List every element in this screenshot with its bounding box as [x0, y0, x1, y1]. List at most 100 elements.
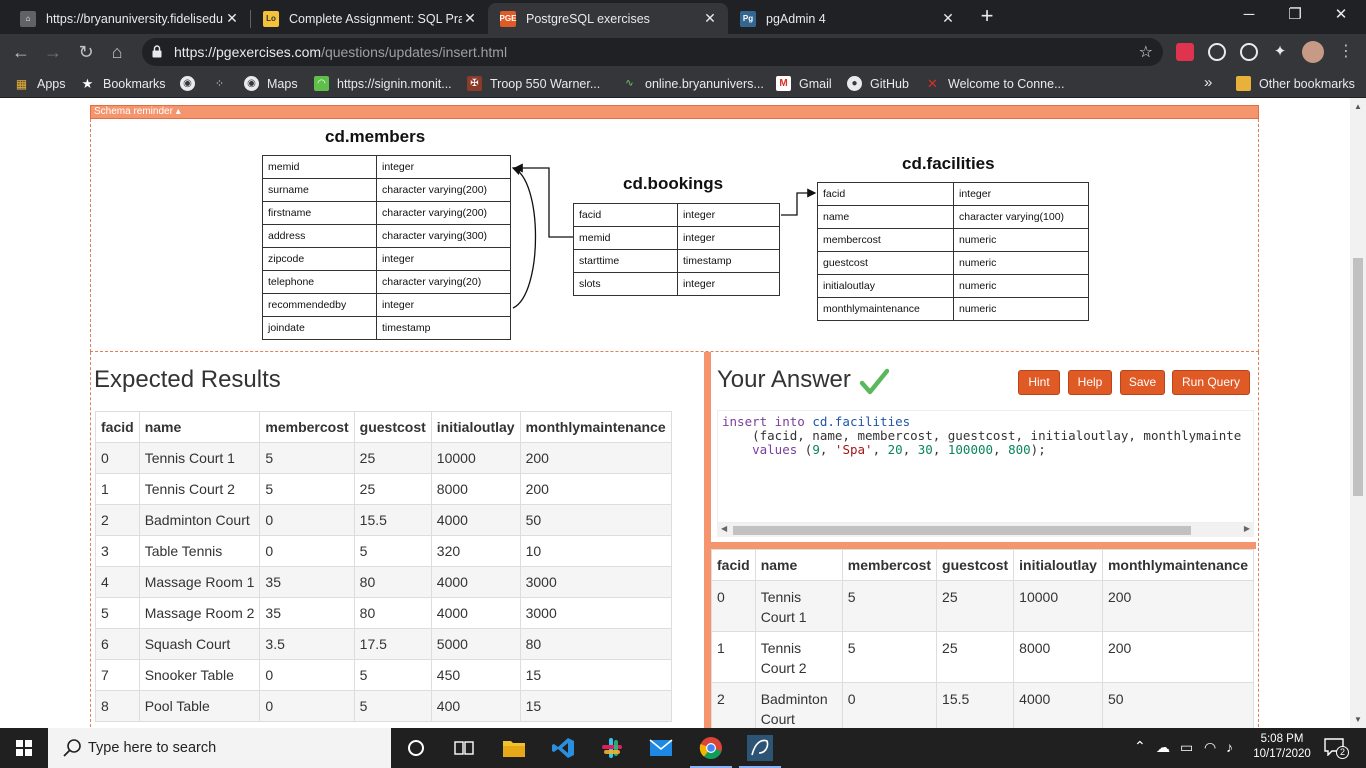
- bookmark-troop[interactable]: ✠ Troop 550 Warner...: [467, 76, 600, 91]
- table-cell: 320: [430, 535, 521, 567]
- search-placeholder: Type here to search: [88, 740, 217, 756]
- expected-results-title: Expected Results: [94, 366, 281, 393]
- table-cell: 25: [936, 580, 1015, 632]
- column-header: facid: [95, 411, 140, 443]
- chrome-icon[interactable]: [697, 734, 725, 762]
- menu-dots-icon[interactable]: ⋮: [1333, 39, 1359, 65]
- tab-fidelis[interactable]: ⌂ https://bryanuniversity.fidelisedu ✕: [8, 3, 250, 34]
- close-icon[interactable]: ✕: [940, 10, 956, 27]
- bookmark-globe[interactable]: ◉: [180, 76, 203, 91]
- schema-reminder-toggle[interactable]: Schema reminder ▴: [90, 105, 1259, 119]
- minimize-button[interactable]: ─: [1226, 4, 1272, 28]
- table-row: 3 Table Tennis 0 5 320 10: [95, 535, 672, 567]
- scroll-left-arrow-icon[interactable]: ◀: [721, 524, 727, 533]
- help-button[interactable]: Help: [1068, 370, 1112, 395]
- star-icon[interactable]: ☆: [1139, 42, 1153, 62]
- tab-pgadmin[interactable]: Pg pgAdmin 4 ✕: [728, 3, 966, 34]
- code-identifier: cd.facilities: [812, 414, 911, 429]
- hint-button[interactable]: Hint: [1018, 370, 1060, 395]
- close-icon[interactable]: ✕: [702, 10, 718, 27]
- save-button[interactable]: Save: [1120, 370, 1165, 395]
- address-bar[interactable]: https://pgexercises.com/questions/update…: [142, 38, 1163, 66]
- bookmarks-overflow-button[interactable]: »: [1204, 74, 1212, 91]
- table-cell: 50: [519, 504, 672, 536]
- bookmark-other[interactable]: Other bookmarks: [1236, 76, 1355, 91]
- bookmark-maps[interactable]: ◉ Maps: [244, 76, 298, 91]
- slack-icon[interactable]: [598, 734, 626, 762]
- notifications-icon[interactable]: 2: [1324, 738, 1349, 759]
- bookmark-welcome[interactable]: ✕ Welcome to Conne...: [925, 76, 1064, 91]
- vscode-icon[interactable]: [549, 734, 577, 762]
- tray-expand-icon[interactable]: ⌃: [1134, 738, 1146, 755]
- editor-horizontal-scrollbar[interactable]: ◀ ▶: [717, 523, 1254, 537]
- bookmark-apps[interactable]: ▦ Apps: [14, 76, 66, 91]
- code-punct: ,: [902, 442, 918, 457]
- close-window-button[interactable]: ✕: [1318, 4, 1364, 28]
- file-explorer-icon[interactable]: [500, 734, 528, 762]
- url-text: https://pgexercises.com/questions/update…: [174, 44, 507, 60]
- reload-icon[interactable]: ↻: [73, 39, 99, 65]
- tab-title: PostgreSQL exercises: [526, 11, 650, 26]
- forward-arrow-icon[interactable]: →: [40, 39, 66, 65]
- wifi-icon[interactable]: ◠: [1204, 739, 1216, 756]
- table-cell: 200: [519, 442, 672, 474]
- page-vertical-scrollbar[interactable]: ▲ ▼: [1350, 98, 1366, 728]
- react-extension-icon[interactable]: [1208, 43, 1226, 61]
- table-cell: 80: [353, 566, 432, 598]
- fidelis-icon: ⌂: [20, 10, 36, 27]
- bookmark-github[interactable]: ● GitHub: [847, 76, 909, 91]
- scroll-down-arrow-icon[interactable]: ▼: [1354, 715, 1362, 724]
- table-cell: 200: [1101, 580, 1255, 632]
- maximize-button[interactable]: ❐: [1272, 4, 1318, 28]
- bookmark-bookmarks[interactable]: ★ Bookmarks: [80, 76, 166, 91]
- taskbar-search-box[interactable]: Type here to search: [48, 728, 391, 768]
- bookmark-gmail[interactable]: M Gmail: [776, 76, 832, 91]
- task-view-icon[interactable]: [450, 734, 478, 762]
- pocket-extension-icon[interactable]: [1176, 43, 1194, 61]
- bookmark-online[interactable]: ∿ online.bryanunivers...: [622, 76, 764, 91]
- column-header: guestcost: [936, 549, 1015, 581]
- back-arrow-icon[interactable]: ←: [8, 39, 34, 65]
- pgadmin-taskbar-icon[interactable]: [746, 734, 774, 762]
- record-extension-icon[interactable]: [1240, 43, 1258, 61]
- table-cell: 35: [259, 566, 355, 598]
- column-header: initialoutlay: [1013, 549, 1103, 581]
- lock-icon: [152, 45, 162, 58]
- run-query-button[interactable]: Run Query: [1172, 370, 1250, 395]
- sql-editor[interactable]: insert into cd.facilities (facid, name, …: [717, 410, 1254, 523]
- new-tab-button[interactable]: +: [976, 5, 998, 28]
- bookmark-label: GitHub: [870, 76, 909, 91]
- cortana-icon[interactable]: [402, 734, 430, 762]
- scroll-right-arrow-icon[interactable]: ▶: [1244, 524, 1250, 533]
- close-icon[interactable]: ✕: [462, 10, 478, 27]
- table-cell: 0: [841, 682, 938, 728]
- table-cell: Badminton Court: [138, 504, 261, 536]
- table-cell: 7: [95, 659, 140, 691]
- scroll-up-arrow-icon[interactable]: ▲: [1354, 102, 1362, 111]
- taskbar-clock[interactable]: 5:08 PM 10/17/2020: [1248, 732, 1316, 762]
- home-icon[interactable]: ⌂: [104, 39, 130, 65]
- results-resize-handle[interactable]: [711, 542, 1256, 549]
- bookmark-monit[interactable]: ◠ https://signin.monit...: [314, 76, 452, 91]
- puzzle-extension-icon[interactable]: ✦: [1271, 43, 1289, 61]
- windows-start-icon[interactable]: [0, 728, 48, 768]
- scrollbar-thumb[interactable]: [733, 526, 1191, 535]
- bookmark-grid[interactable]: ⁘: [212, 76, 235, 91]
- close-icon[interactable]: ✕: [224, 10, 240, 27]
- column-header: guestcost: [353, 411, 432, 443]
- scrollbar-thumb[interactable]: [1353, 258, 1363, 496]
- tab-assignment[interactable]: Lo Complete Assignment: SQL Practi ✕: [251, 3, 488, 34]
- notification-count: 2: [1336, 746, 1349, 759]
- volume-icon[interactable]: ♪: [1226, 739, 1233, 755]
- panel-divider[interactable]: [704, 352, 711, 728]
- bookmark-label: Gmail: [799, 76, 832, 91]
- onedrive-icon[interactable]: ☁: [1156, 739, 1170, 756]
- browser-toolbar: ← → ↻ ⌂ https://pgexercises.com/question…: [0, 34, 1366, 70]
- profile-avatar[interactable]: [1302, 41, 1324, 63]
- table-cell: Snooker Table: [138, 659, 261, 691]
- bookmark-label: Maps: [267, 76, 298, 91]
- tab-pgexercises[interactable]: PGE PostgreSQL exercises ✕: [488, 3, 728, 34]
- mail-icon[interactable]: [647, 734, 675, 762]
- table-cell: 10000: [1013, 580, 1103, 632]
- battery-icon[interactable]: ▭: [1180, 739, 1193, 756]
